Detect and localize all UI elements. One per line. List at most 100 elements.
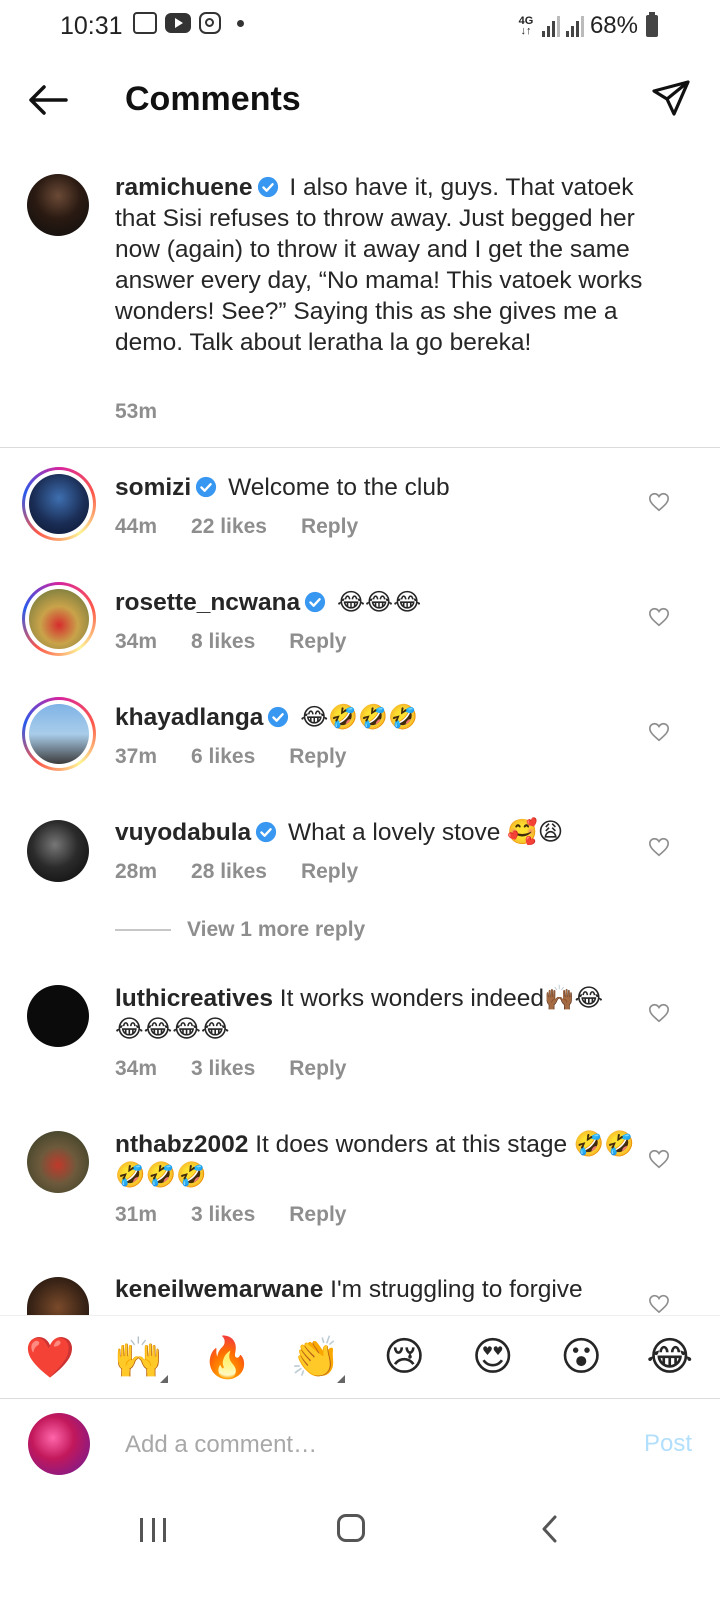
reply-button[interactable]: Reply bbox=[289, 1203, 346, 1227]
verified-badge-icon bbox=[196, 476, 217, 498]
comment-likes[interactable]: 3 likes bbox=[191, 1203, 255, 1227]
avatar[interactable] bbox=[27, 1277, 89, 1315]
reply-button[interactable]: Reply bbox=[301, 515, 358, 539]
reply-thread-line bbox=[115, 929, 171, 931]
arrow-left-icon bbox=[29, 85, 68, 115]
comment-body: 😂😂😂 bbox=[337, 588, 422, 616]
home-button[interactable] bbox=[337, 1514, 365, 1542]
comment-body: I'm struggling to forgive bbox=[330, 1276, 583, 1303]
comment-likes[interactable]: 22 likes bbox=[191, 515, 267, 539]
reaction-laughing[interactable]: 😂 bbox=[635, 1334, 705, 1380]
comment-username[interactable]: luthicreatives bbox=[115, 985, 273, 1012]
comment-username[interactable]: khayadlanga bbox=[115, 704, 263, 731]
caption-time: 53m bbox=[115, 400, 158, 423]
comment-meta: 28m 28 likes Reply bbox=[115, 860, 358, 884]
comment-input[interactable] bbox=[125, 1425, 565, 1465]
chevron-left-icon bbox=[542, 1515, 557, 1543]
view-more-replies-button[interactable]: View 1 more reply bbox=[115, 918, 365, 942]
post-caption: ramichuene I also have it, guys. That va… bbox=[0, 168, 720, 448]
avatar[interactable] bbox=[27, 174, 89, 236]
reaction-clap[interactable]: 👏 bbox=[281, 1334, 351, 1383]
verified-badge-icon bbox=[256, 821, 277, 843]
caption-meta: 53m bbox=[115, 400, 157, 424]
caption-username[interactable]: ramichuene bbox=[115, 174, 253, 201]
avatar[interactable] bbox=[27, 820, 89, 882]
like-heart-icon[interactable] bbox=[648, 836, 670, 858]
gallery-icon bbox=[133, 12, 157, 34]
avatar[interactable] bbox=[22, 582, 96, 656]
reply-button[interactable]: Reply bbox=[289, 630, 346, 654]
comment-likes[interactable]: 8 likes bbox=[191, 630, 255, 654]
status-bar: 10:31 4G ↓↑ 68% bbox=[0, 0, 720, 52]
comment-time: 34m bbox=[115, 630, 158, 653]
comment-time: 37m bbox=[115, 745, 158, 768]
comment-text: khayadlanga 😂🤣🤣🤣 bbox=[115, 702, 635, 733]
comment-body: Welcome to the club bbox=[228, 474, 450, 501]
like-heart-icon[interactable] bbox=[648, 606, 670, 628]
like-heart-icon[interactable] bbox=[648, 1148, 670, 1170]
share-button[interactable] bbox=[650, 78, 692, 120]
avatar[interactable] bbox=[22, 467, 96, 541]
youtube-icon bbox=[165, 13, 191, 33]
reply-button[interactable]: Reply bbox=[301, 860, 358, 884]
system-nav-bar bbox=[0, 1490, 720, 1600]
more-notifications-dot bbox=[237, 19, 244, 27]
battery-percent: 68% bbox=[589, 12, 638, 39]
reaction-surprised[interactable]: 😮 bbox=[546, 1334, 616, 1380]
reaction-fire[interactable]: 🔥 bbox=[192, 1334, 262, 1381]
caption-text: ramichuene I also have it, guys. That va… bbox=[115, 172, 655, 358]
comment-body: 😂🤣🤣🤣 bbox=[300, 703, 418, 731]
comment-time: 31m bbox=[115, 1203, 158, 1226]
like-heart-icon[interactable] bbox=[648, 1002, 670, 1024]
comment-body: What a lovely stove 🥰😩 bbox=[287, 819, 564, 846]
reply-button[interactable]: Reply bbox=[289, 1057, 346, 1081]
comment-username[interactable]: nthabz2002 bbox=[115, 1131, 248, 1158]
reaction-raised-hands[interactable]: 🙌 bbox=[104, 1334, 174, 1383]
reaction-sad[interactable]: 😢 bbox=[369, 1334, 439, 1380]
avatar[interactable] bbox=[27, 985, 89, 1047]
comment-composer: Post bbox=[0, 1400, 720, 1490]
reply-button[interactable]: Reply bbox=[289, 745, 346, 769]
page-title: Comments bbox=[125, 80, 301, 118]
back-button[interactable] bbox=[26, 80, 70, 120]
reaction-heart-eyes[interactable]: 😍 bbox=[458, 1334, 528, 1380]
like-heart-icon[interactable] bbox=[648, 491, 670, 513]
comment-meta: 44m 22 likes Reply bbox=[115, 515, 358, 539]
comment-text: somizi Welcome to the club bbox=[115, 472, 635, 503]
comment-username[interactable]: somizi bbox=[115, 474, 191, 501]
reaction-heart[interactable]: ❤️ bbox=[15, 1334, 85, 1381]
like-heart-icon[interactable] bbox=[648, 1293, 670, 1313]
recent-apps-button[interactable] bbox=[140, 1518, 166, 1544]
post-button[interactable]: Post bbox=[644, 1430, 692, 1458]
clap-icon: 👏 bbox=[290, 1334, 341, 1381]
comment-meta: 34m 3 likes Reply bbox=[115, 1057, 346, 1081]
comment-text: keneilwemarwane I'm struggling to forgiv… bbox=[115, 1274, 635, 1314]
comment-username[interactable]: vuyodabula bbox=[115, 819, 251, 846]
comment-likes[interactable]: 6 likes bbox=[191, 745, 255, 769]
comment-meta: 31m 3 likes Reply bbox=[115, 1203, 346, 1227]
comment-time: 44m bbox=[115, 515, 158, 538]
signal-icon-2 bbox=[565, 15, 584, 37]
caption-body: I also have it, guys. That vatoek that S… bbox=[115, 174, 643, 356]
comments-header: Comments bbox=[0, 60, 720, 140]
system-back-button[interactable] bbox=[540, 1514, 558, 1544]
comment-time: 34m bbox=[115, 1057, 158, 1080]
notification-icons bbox=[133, 12, 244, 34]
comment-likes[interactable]: 28 likes bbox=[191, 860, 267, 884]
comment-likes[interactable]: 3 likes bbox=[191, 1057, 255, 1081]
comment-text: rosette_ncwana 😂😂😂 bbox=[115, 587, 635, 618]
raised-hands-icon: 🙌 bbox=[113, 1334, 164, 1381]
verified-badge-icon bbox=[257, 176, 278, 198]
send-icon bbox=[652, 80, 690, 116]
verified-badge-icon bbox=[305, 591, 326, 613]
comment-username[interactable]: rosette_ncwana bbox=[115, 589, 300, 616]
comment-time: 28m bbox=[115, 860, 158, 883]
comment-username[interactable]: keneilwemarwane bbox=[115, 1276, 323, 1303]
signal-icon bbox=[541, 15, 560, 37]
avatar[interactable] bbox=[22, 697, 96, 771]
avatar[interactable] bbox=[27, 1131, 89, 1193]
like-heart-icon[interactable] bbox=[648, 721, 670, 743]
verified-badge-icon bbox=[268, 706, 289, 728]
comment-text: luthicreatives It works wonders indeed🙌🏾… bbox=[115, 983, 635, 1045]
comment-text: vuyodabula What a lovely stove 🥰😩 bbox=[115, 817, 635, 848]
